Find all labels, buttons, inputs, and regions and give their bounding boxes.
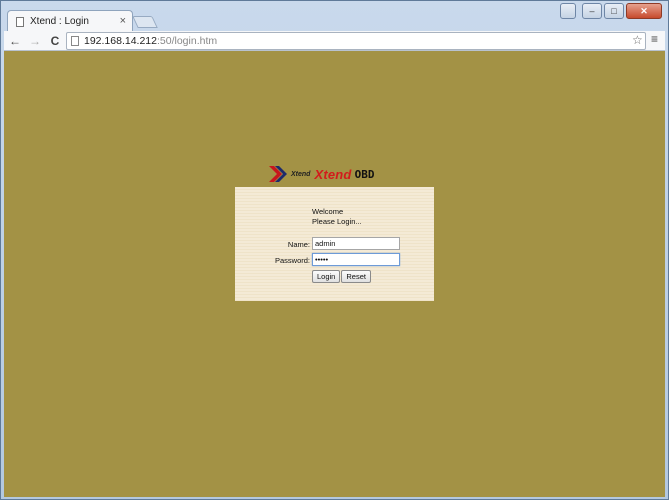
- forward-arrow-icon[interactable]: →: [26, 34, 44, 48]
- document-icon: [16, 16, 24, 27]
- reset-button[interactable]: Reset: [341, 270, 371, 283]
- name-row: Name:: [235, 237, 434, 251]
- login-buttons: Login Reset: [312, 270, 371, 283]
- window-controls: – □ ✕: [560, 3, 662, 19]
- user-icon[interactable]: [560, 3, 576, 19]
- browser-toolbar: ← → C 192.168.14.212:50/login.htm ☆ ≡: [4, 31, 665, 51]
- page-viewport: Xtend Xtend OBD Welcome Please Login... …: [4, 51, 665, 497]
- logo-suffix: OBD: [354, 167, 375, 181]
- url-host: 192.168.14.212: [84, 35, 157, 47]
- maximize-button[interactable]: □: [604, 3, 624, 19]
- xtend-logo: Xtend Xtend OBD: [269, 163, 401, 185]
- back-arrow-icon[interactable]: ←: [6, 34, 24, 48]
- tab-title: Xtend : Login: [30, 16, 89, 27]
- please-login-line: Please Login...: [312, 217, 362, 226]
- welcome-line: Welcome: [312, 207, 344, 216]
- close-window-button[interactable]: ✕: [626, 3, 662, 19]
- logo-small-brand: Xtend: [291, 170, 311, 178]
- browser-window: Xtend : Login × – □ ✕ ← → C 192.168.14.2…: [0, 0, 669, 500]
- menu-icon[interactable]: ≡: [651, 32, 658, 46]
- page-icon: [71, 36, 79, 46]
- close-icon[interactable]: ×: [120, 15, 126, 27]
- login-button[interactable]: Login: [312, 270, 341, 283]
- name-label: Name:: [287, 240, 310, 249]
- tab-login[interactable]: Xtend : Login ×: [7, 10, 133, 32]
- logo-big-brand: Xtend: [314, 166, 352, 182]
- welcome-text: Welcome Please Login...: [312, 207, 362, 227]
- minimize-button[interactable]: –: [582, 3, 602, 19]
- address-bar[interactable]: 192.168.14.212:50/login.htm: [66, 32, 646, 50]
- tab-strip: Xtend : Login × – □ ✕: [1, 1, 668, 32]
- name-input[interactable]: [312, 237, 400, 250]
- new-tab-button[interactable]: [132, 16, 158, 28]
- star-icon[interactable]: ☆: [632, 33, 643, 47]
- reload-icon[interactable]: C: [46, 34, 64, 48]
- url-path: :50/login.htm: [157, 35, 218, 47]
- password-input[interactable]: [312, 253, 400, 266]
- password-row: Password:: [235, 253, 434, 267]
- login-panel: Welcome Please Login... Name: Password: …: [235, 187, 434, 301]
- password-label: Password:: [274, 256, 310, 265]
- xtend-chevron-icon: [269, 166, 287, 182]
